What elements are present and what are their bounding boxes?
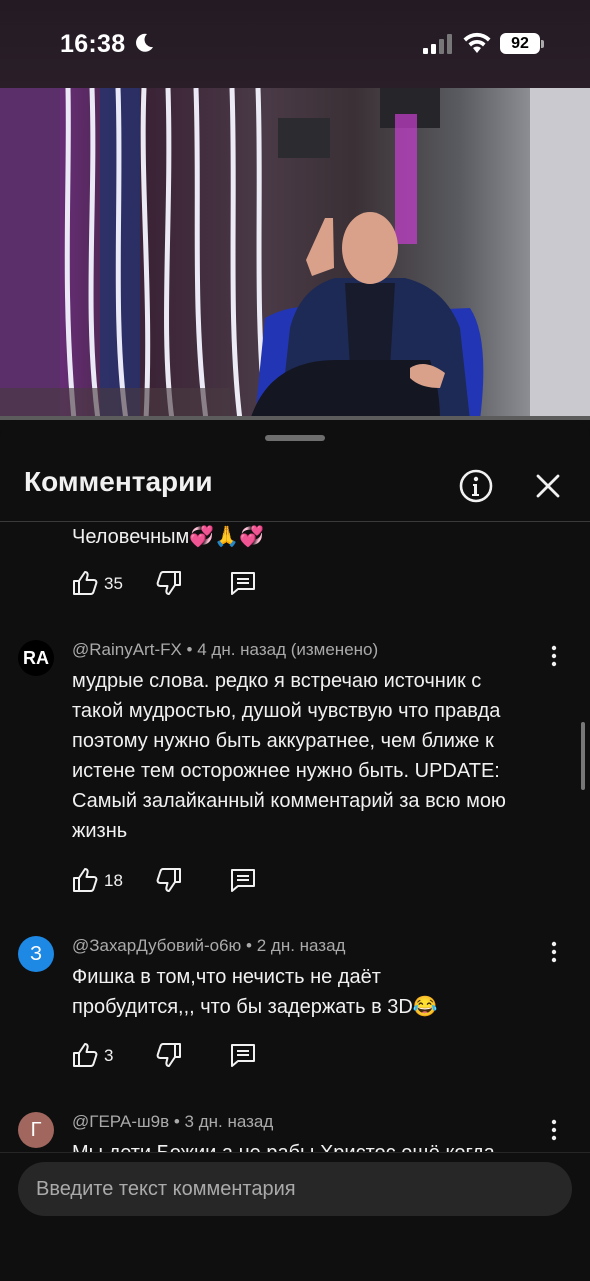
- wifi-icon: [463, 32, 491, 53]
- comment-author[interactable]: @ГЕРА-ш9в: [72, 1112, 169, 1131]
- comment-meta: @ЗахарДубовий-о6ю • 2 дн. назад: [72, 936, 346, 955]
- moon-icon: [136, 33, 153, 52]
- comment-text: мудрые слова. редко я встречаю источник …: [72, 666, 562, 846]
- avatar[interactable]: RA: [18, 640, 54, 676]
- info-icon[interactable]: [456, 466, 496, 506]
- video-player[interactable]: [0, 88, 590, 420]
- more-icon[interactable]: [544, 644, 564, 668]
- like-icon[interactable]: [70, 568, 100, 598]
- like-count: 35: [104, 574, 123, 593]
- status-time: 16:38: [60, 30, 126, 58]
- reply-icon[interactable]: [228, 1040, 258, 1070]
- comment-age: 3 дн. назад: [184, 1112, 274, 1131]
- comment-line: истене тем осторожнее нужно быть. UPDATE…: [72, 760, 500, 782]
- comment-line: поэтому нужно быть аккуратнее, чем ближе…: [72, 730, 494, 752]
- dislike-icon[interactable]: [154, 568, 184, 598]
- comment-age: 2 дн. назад: [256, 936, 346, 955]
- comment-line: Самый залайканный комментарий за всю мою: [72, 790, 506, 812]
- like-count: 18: [104, 871, 123, 890]
- comments-list[interactable]: Человечным💞🙏💞 35 RA @RainyArt-FX • 4 дн.…: [0, 522, 590, 1152]
- comment-line: пробудится,,, что бы задержать в 3D😂: [72, 996, 438, 1018]
- comment-author[interactable]: @ЗахарДубовий-о6ю: [72, 936, 241, 955]
- close-icon[interactable]: [528, 466, 568, 506]
- battery-indicator: 92: [500, 33, 540, 54]
- avatar[interactable]: Г: [18, 1112, 54, 1148]
- comment-age: 4 дн. назад (изменено): [197, 640, 379, 659]
- like-icon[interactable]: [70, 865, 100, 895]
- dislike-icon[interactable]: [154, 865, 184, 895]
- comment-text: Человечным💞🙏💞: [72, 526, 264, 548]
- more-icon[interactable]: [544, 940, 564, 964]
- comment-line: мудрые слова. редко я встречаю источник …: [72, 670, 482, 692]
- comment-line: жизнь: [72, 820, 128, 842]
- battery-nub: [541, 40, 544, 48]
- like-icon[interactable]: [70, 1040, 100, 1070]
- comment-text: Мы дети Божии а не рабы Христос ещё когд…: [72, 1138, 562, 1152]
- comment-input[interactable]: [18, 1162, 572, 1216]
- reply-icon[interactable]: [228, 568, 258, 598]
- like-count: 3: [104, 1046, 114, 1065]
- sheet-title: Комментарии: [24, 466, 213, 497]
- reply-icon[interactable]: [228, 865, 258, 895]
- comment-author[interactable]: @RainyArt-FX: [72, 640, 182, 659]
- sheet-drag-handle[interactable]: [265, 435, 325, 441]
- comment-text: Фишка в том,что нечисть не даёт пробудит…: [72, 962, 562, 1022]
- comments-scrollbar[interactable]: [581, 722, 585, 790]
- avatar[interactable]: З: [18, 936, 54, 972]
- comment-meta: @RainyArt-FX • 4 дн. назад (изменено): [72, 640, 379, 659]
- signal-icon: [423, 34, 452, 54]
- comment-line: такой мудростью, душой чувствую что прав…: [72, 700, 501, 722]
- video-frame: [0, 88, 590, 420]
- comment-line: Фишка в том,что нечисть не даёт: [72, 966, 381, 988]
- comment-meta: @ГЕРА-ш9в • 3 дн. назад: [72, 1112, 274, 1131]
- dislike-icon[interactable]: [154, 1040, 184, 1070]
- comment-line: Мы дети Божии а не рабы Христос ещё когд…: [72, 1138, 562, 1152]
